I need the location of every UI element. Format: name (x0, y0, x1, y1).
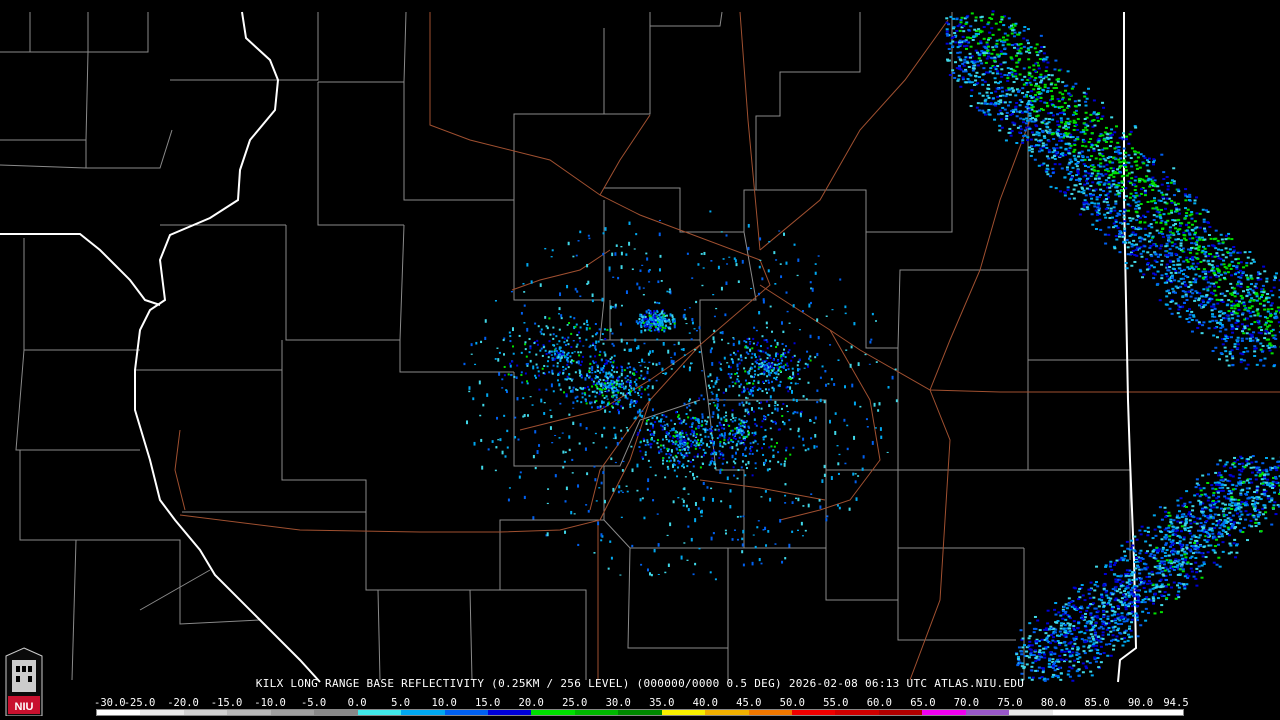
scale-label: 70.0 (953, 697, 980, 709)
colorbar-segment (748, 710, 792, 715)
colorbar-segment (661, 710, 706, 715)
scale-label: -10.0 (254, 697, 286, 709)
state-boundaries (0, 11, 1138, 683)
scale-label: 90.0 (1127, 697, 1154, 709)
colorbar-segment (314, 710, 358, 715)
colorbar-segment (487, 710, 532, 715)
scale-label: 5.0 (391, 697, 411, 709)
colorbar-segment (183, 710, 228, 715)
colorbar-segment (1052, 710, 1097, 715)
scale-label: 25.0 (562, 697, 588, 709)
scale-label: 20.0 (518, 697, 544, 709)
colorbar-segment (792, 710, 836, 715)
colorbar-segment (922, 710, 966, 715)
scale-label: 65.0 (910, 697, 936, 709)
reflectivity-scale-labels: -30.0 -25.0 -20.0 -15.0 -10.0 -5.0 0.0 5.0 10.0 1… (94, 697, 1194, 709)
scale-label: 10.0 (431, 697, 457, 709)
colorbar-segment (227, 710, 271, 715)
scale-label: -30.0 (94, 697, 126, 709)
colorbar-segment (531, 710, 575, 715)
colorbar-segment (140, 710, 184, 715)
colorbar-segment (618, 710, 662, 715)
scale-label: 0.0 (347, 697, 367, 709)
colorbar-segment (270, 710, 315, 715)
radar-echoes (463, 10, 1280, 682)
scale-label: 30.0 (605, 697, 631, 709)
colorbar-segment (1139, 710, 1183, 715)
colorbar-segment (444, 710, 488, 715)
radar-map (0, 10, 1280, 683)
scale-label: -15.0 (210, 697, 243, 709)
colorbar-segment (705, 710, 749, 715)
scale-label: 85.0 (1084, 697, 1110, 709)
scale-label: 45.0 (736, 697, 762, 709)
colorbar-segment (878, 710, 923, 715)
scale-label: 60.0 (866, 697, 893, 709)
scale-label: 75.0 (997, 697, 1023, 709)
scale-label: 15.0 (475, 697, 501, 709)
colorbar-segment (574, 710, 619, 715)
colorbar-segment (97, 710, 141, 715)
scale-label: 55.0 (823, 697, 849, 709)
scale-label: -5.0 (300, 697, 327, 709)
scale-label: -20.0 (167, 697, 199, 709)
scale-label: 35.0 (649, 697, 675, 709)
colorbar-segment (965, 710, 1010, 715)
colorbar-segment (835, 710, 879, 715)
scale-label: 94.5 (1163, 697, 1189, 709)
niu-logo-text: NIU (15, 701, 34, 713)
colorbar-segment (401, 710, 445, 715)
scale-label: 50.0 (779, 697, 805, 709)
colorbar-segment (1096, 710, 1140, 715)
scale-label: 40.0 (692, 697, 718, 709)
colorbar-segment (1009, 710, 1053, 715)
colorbar-segment (357, 710, 402, 715)
scale-label: 80.0 (1040, 697, 1067, 709)
scale-label: -25.0 (123, 697, 156, 709)
reflectivity-colorbar (96, 709, 1184, 716)
product-caption: KILX LONG RANGE BASE REFLECTIVITY (0.25K… (255, 677, 1025, 690)
